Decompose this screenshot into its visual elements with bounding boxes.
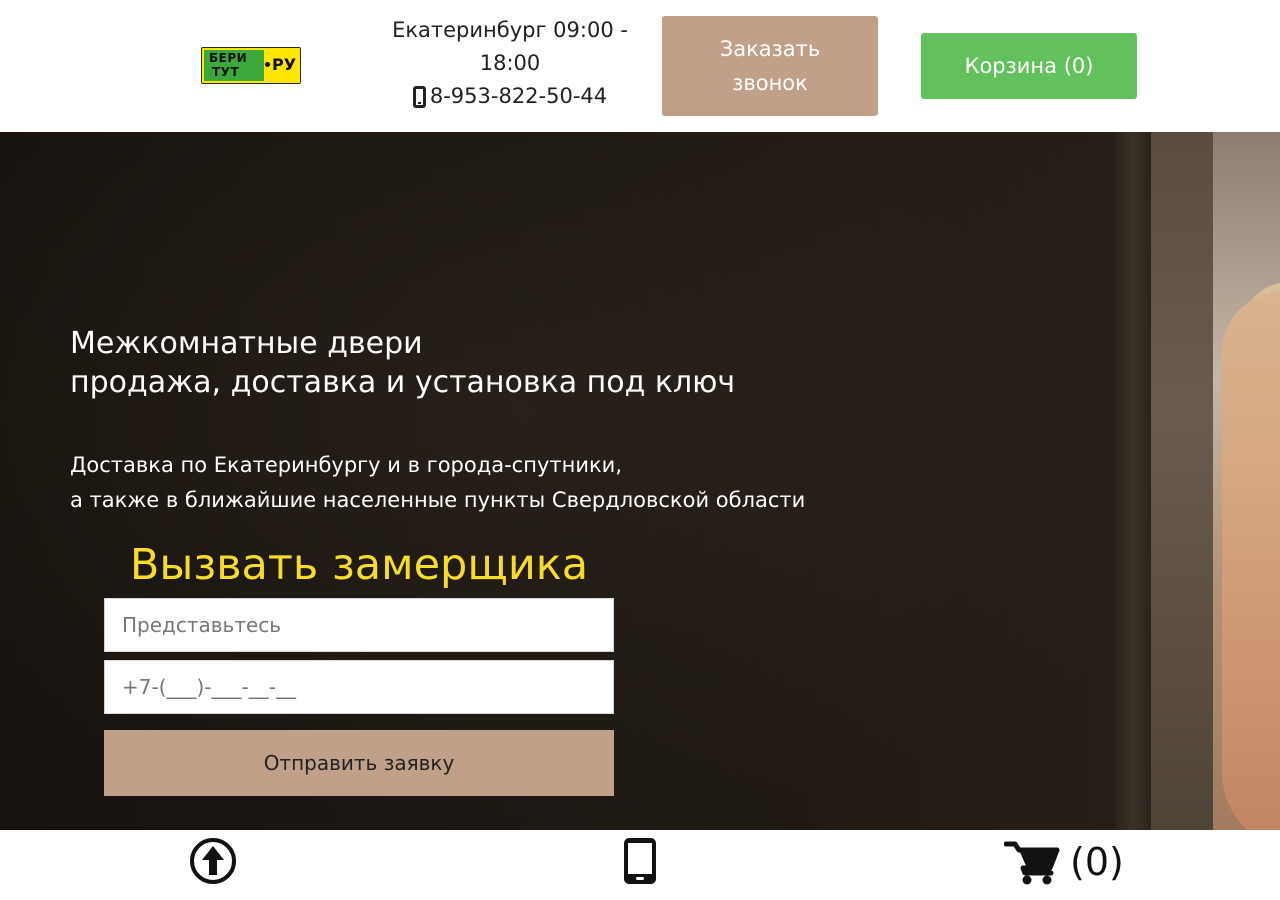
contact-info: Екатеринбург 09:00 - 18:00 8-953-822-50-… [380,14,640,113]
site-logo[interactable]: БЕРИ ТУТ РУ [201,47,301,84]
bottom-cart-link[interactable]: (0) [1004,838,1124,886]
order-callback-button[interactable]: Заказать звонок [662,16,878,116]
logo-dot [265,62,270,67]
doorway-image [1151,132,1213,830]
site-header: БЕРИ ТУТ РУ Екатеринбург 09:00 - 18:00 8… [0,0,1280,132]
bottom-cart-count: (0) [1070,840,1124,884]
mobile-phone-icon [412,85,426,108]
logo-suffix: РУ [272,55,297,74]
submit-request-button[interactable]: Отправить заявку [104,730,614,796]
mobile-phone-icon[interactable] [624,838,656,884]
phone-input[interactable] [104,660,614,714]
phone-row[interactable]: 8-953-822-50-44 [380,80,640,113]
hero-subtitle: Доставка по Екатеринбургу и в города-спу… [70,448,970,518]
name-input[interactable] [104,598,614,652]
hero-section: Межкомнатные двери продажа, доставка и у… [0,132,1280,830]
phone-number[interactable]: 8-953-822-50-44 [430,80,607,113]
logo-word-2: ТУТ [212,65,240,79]
measurer-form-title: Вызвать замерщика [129,540,589,590]
shopping-cart-icon [1004,841,1060,885]
bottom-nav-bar: (0) [0,830,1280,900]
hero-subtitle-line-2: а также в ближайшие населенные пункты Св… [70,488,806,512]
hero-title: Межкомнатные двери продажа, доставка и у… [70,324,970,402]
hero-title-line-1: Межкомнатные двери [70,326,423,361]
logo-word-1: БЕРИ [209,51,248,65]
city-hours: Екатеринбург 09:00 - 18:00 [392,18,628,75]
door-frame-image [1115,132,1151,830]
arrow-up-circle-icon[interactable] [190,838,236,884]
hero-title-line-2: продажа, доставка и установка под ключ [70,365,736,400]
cart-button[interactable]: Корзина (0) [921,33,1137,99]
hero-subtitle-line-1: Доставка по Екатеринбургу и в города-спу… [70,453,623,477]
person-image [1222,292,1280,830]
